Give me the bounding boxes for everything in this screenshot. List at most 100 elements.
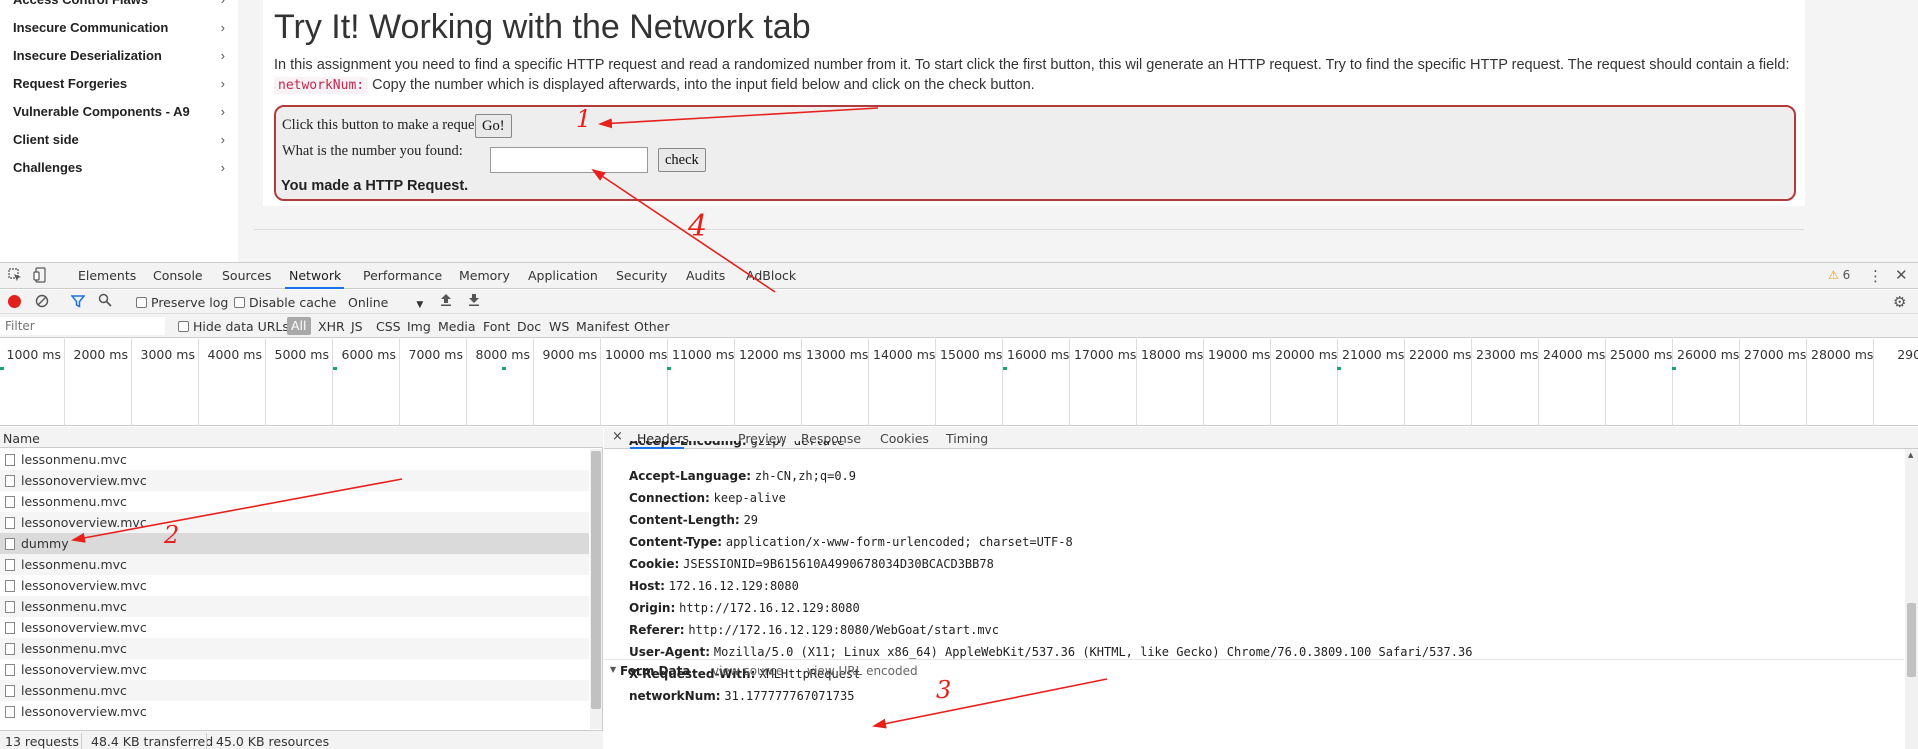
network-number-input[interactable] (490, 147, 648, 173)
close-devtools-icon[interactable]: ✕ (1895, 266, 1908, 284)
sidebar-item-insecure-communication[interactable]: Insecure Communication › (13, 20, 225, 40)
disable-cache-checkbox[interactable]: Disable cache (234, 295, 336, 310)
filter-type-ws[interactable]: WS (549, 319, 569, 334)
sidebar-item-request-forgeries[interactable]: Request Forgeries › (13, 76, 225, 96)
filter-type-manifest[interactable]: Manifest (576, 319, 629, 334)
timeline-gridline (466, 339, 467, 426)
tab-elements[interactable]: Elements (78, 268, 136, 283)
filter-type-js[interactable]: JS (351, 319, 363, 334)
preserve-log-checkbox[interactable]: Preserve log (136, 295, 228, 310)
view-url-encoded-link[interactable]: view URL encoded (807, 664, 918, 678)
timeline-request-marker (1672, 367, 1676, 370)
filter-type-css[interactable]: CSS (376, 319, 401, 334)
header-key: Host: (629, 579, 665, 593)
request-name: lessonmenu.mvc (21, 641, 127, 656)
chevron-right-icon: › (220, 132, 225, 147)
scrollbar-thumb[interactable] (591, 451, 601, 709)
sidebar-item-access-control-flaws[interactable]: Access Control Flaws › (13, 0, 225, 12)
device-toolbar-icon[interactable] (33, 267, 47, 287)
timeline-tick-label: 1000 ms (6, 347, 61, 362)
sidebar-item-client-side[interactable]: Client side › (13, 132, 225, 152)
details-scrollbar[interactable]: ▲ (1905, 449, 1918, 749)
import-har-icon[interactable] (440, 293, 452, 311)
tab-memory[interactable]: Memory (459, 268, 510, 283)
network-overview-timeline[interactable]: 1000 ms 2000 ms 3000 ms 4000 ms 5000 ms 6000 … (0, 339, 1918, 426)
request-header-line: Referer: http://172.16.12.129:8080/WebGo… (629, 623, 999, 637)
filter-type-font[interactable]: Font (483, 319, 510, 334)
filter-type-doc[interactable]: Doc (517, 319, 541, 334)
tab-network[interactable]: Network (289, 268, 341, 283)
form-data-field: networkNum: 31.177777767071735 (629, 689, 854, 703)
view-source-link[interactable]: view source (712, 664, 783, 678)
filter-type-all[interactable]: All (287, 317, 311, 335)
timeline-gridline (64, 339, 65, 426)
request-row-lessonoverview-mvc[interactable]: lessonoverview.mvc (0, 470, 589, 491)
throttle-select[interactable]: Online ▼ (348, 295, 423, 310)
request-row-lessonmenu-mvc[interactable]: lessonmenu.mvc (0, 449, 589, 470)
form-field-key: networkNum: (629, 689, 721, 703)
request-row-lessonoverview-mvc[interactable]: lessonoverview.mvc (0, 512, 589, 533)
warning-icon: ⚠ (1828, 268, 1839, 282)
request-row-dummy[interactable]: dummy (0, 533, 589, 554)
request-details-pane: × Headers Preview Response Cookies Timing Ac… (604, 427, 1918, 749)
details-tab-timing[interactable]: Timing (946, 431, 988, 446)
request-row-lessonmenu-mvc[interactable]: lessonmenu.mvc (0, 680, 589, 701)
record-icon[interactable] (8, 295, 21, 308)
scroll-up-icon[interactable]: ▲ (1908, 451, 1913, 459)
document-icon (5, 622, 15, 634)
timeline-gridline (1739, 339, 1740, 426)
filter-type-xhr[interactable]: XHR (318, 319, 345, 334)
name-column-header[interactable]: Name (0, 427, 603, 448)
inspect-element-icon[interactable] (8, 268, 22, 286)
filter-icon[interactable] (70, 294, 86, 312)
page-divider (254, 229, 1804, 230)
check-button[interactable]: check (658, 148, 706, 172)
sidebar-item-challenges[interactable]: Challenges › (13, 160, 225, 180)
request-row-lessonmenu-mvc[interactable]: lessonmenu.mvc (0, 491, 589, 512)
more-options-icon[interactable]: ⋮ (1868, 267, 1883, 285)
triangle-down-icon[interactable]: ▼ (610, 665, 616, 674)
tab-security[interactable]: Security (616, 268, 667, 283)
scrollbar-thumb[interactable] (1907, 603, 1916, 677)
timeline-tick-label: 29000 (1897, 347, 1918, 362)
filter-type-media[interactable]: Media (438, 319, 476, 334)
filter-input[interactable] (0, 317, 165, 335)
request-row-lessonoverview-mvc[interactable]: lessonoverview.mvc (0, 617, 589, 638)
devtools-tabbar: Elements Console Sources Network Performance… (0, 263, 1918, 289)
tab-sources[interactable]: Sources (222, 268, 271, 283)
document-icon (5, 601, 15, 613)
tab-adblock[interactable]: AdBlock (746, 268, 796, 283)
go-button[interactable]: Go! (475, 114, 512, 138)
gear-icon[interactable]: ⚙ (1893, 293, 1906, 311)
sidebar-item-vulnerable-components-a9[interactable]: Vulnerable Components - A9 › (13, 104, 225, 124)
document-icon (5, 538, 15, 550)
filter-type-other[interactable]: Other (634, 319, 670, 334)
timeline-tick-label: 15000 ms (940, 347, 1003, 362)
request-row-lessonmenu-mvc[interactable]: lessonmenu.mvc (0, 554, 589, 575)
request-row-lessonmenu-mvc[interactable]: lessonmenu.mvc (0, 596, 589, 617)
tab-application[interactable]: Application (528, 268, 598, 283)
sidebar-item-insecure-deserialization[interactable]: Insecure Deserialization › (13, 48, 225, 68)
sidebar-item-label: Insecure Communication (13, 20, 169, 35)
document-icon (5, 496, 15, 508)
export-har-icon[interactable] (468, 293, 480, 311)
details-tab-cookies[interactable]: Cookies (880, 431, 929, 446)
tab-console[interactable]: Console (153, 268, 203, 283)
hide-data-urls-checkbox[interactable]: Hide data URLs (178, 319, 289, 334)
request-row-lessonoverview-mvc[interactable]: lessonoverview.mvc (0, 575, 589, 596)
request-row-lessonmenu-mvc[interactable]: lessonmenu.mvc (0, 638, 589, 659)
warnings-counter[interactable]: ⚠ 6 (1828, 268, 1850, 282)
filter-type-img[interactable]: Img (407, 319, 431, 334)
tab-audits[interactable]: Audits (686, 268, 725, 283)
close-details-icon[interactable]: × (612, 429, 623, 444)
network-num-code: networkNum: (274, 77, 369, 94)
search-icon[interactable] (98, 293, 112, 311)
header-key: Connection: (629, 491, 710, 505)
request-list-scrollbar[interactable] (590, 449, 602, 729)
request-header-line: Accept-Language: zh-CN,zh;q=0.9 (629, 469, 856, 483)
tab-performance[interactable]: Performance (363, 268, 442, 283)
request-row-lessonoverview-mvc[interactable]: lessonoverview.mvc (0, 659, 589, 680)
request-row-lessonoverview-mvc[interactable]: lessonoverview.mvc (0, 701, 589, 722)
clear-icon[interactable] (35, 294, 49, 312)
request-name: dummy (21, 536, 69, 551)
